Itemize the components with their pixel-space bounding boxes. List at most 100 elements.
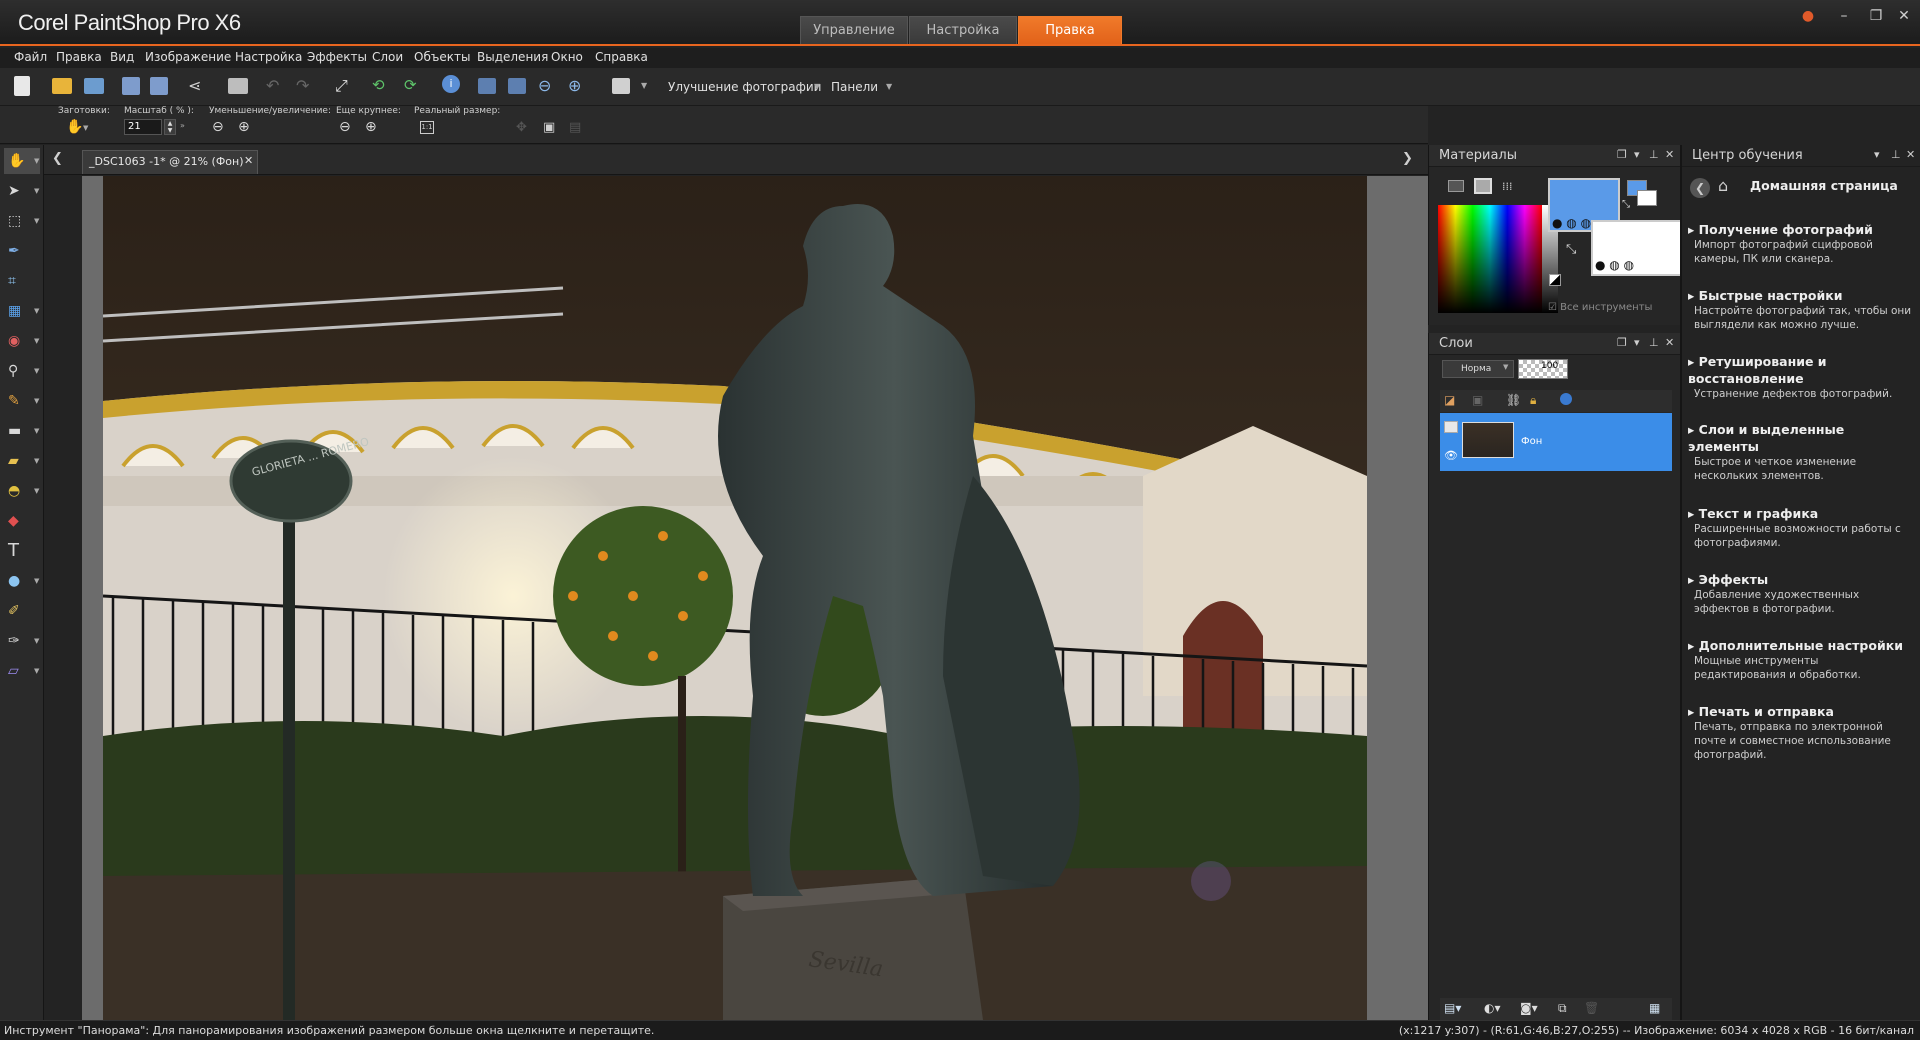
swap-colors-icon[interactable]: ⤡ bbox=[1566, 242, 1576, 257]
learning-item-retouch[interactable]: ▸ Ретуширование и восстановление Устране… bbox=[1688, 353, 1913, 401]
layers-menu-icon[interactable]: ▾ bbox=[1634, 336, 1640, 349]
open-folder-icon[interactable] bbox=[52, 78, 72, 94]
share-icon[interactable]: ⋖ bbox=[188, 76, 201, 95]
crop-tool-icon[interactable]: ⌗ bbox=[4, 268, 40, 294]
learning-item-layers[interactable]: ▸ Слои и выделенные элементы Быстрое и ч… bbox=[1688, 421, 1913, 483]
swatches-tab-icon[interactable] bbox=[1474, 178, 1492, 194]
clone-tool-icon[interactable]: ⚲ ▼ bbox=[4, 358, 40, 384]
gradient-tool-icon[interactable]: ▬ ▼ bbox=[4, 418, 40, 444]
layers-restore-icon[interactable]: ❐ bbox=[1617, 336, 1627, 349]
straighten-tool-icon[interactable]: ▦ ▼ bbox=[4, 298, 40, 324]
layer-properties-icon[interactable]: ▦ bbox=[1649, 1001, 1660, 1015]
materials-pin-icon[interactable]: ⊥ bbox=[1649, 148, 1659, 161]
layer-name[interactable]: Фон bbox=[1521, 436, 1542, 447]
pick-tool-icon[interactable]: ➤ ▼ bbox=[4, 178, 40, 204]
menu-window[interactable]: Окно bbox=[551, 50, 583, 64]
layer-style-icon[interactable] bbox=[1560, 393, 1572, 405]
layer-adjust-icon[interactable]: ◪ bbox=[1444, 393, 1455, 407]
close-button[interactable]: ✕ bbox=[1892, 6, 1916, 26]
layer-expand-icon[interactable] bbox=[1444, 421, 1458, 433]
zoom-out-icon[interactable]: ⊖ bbox=[538, 76, 551, 95]
tab-scroll-right-icon[interactable]: ❯ bbox=[1402, 151, 1413, 166]
redo-icon[interactable]: ↷ bbox=[296, 76, 309, 95]
presets-hand-icon[interactable]: ✋ bbox=[66, 119, 83, 135]
user-icon[interactable]: ● bbox=[1796, 6, 1820, 26]
menu-file[interactable]: Файл bbox=[14, 50, 47, 64]
layers-close-icon[interactable]: ✕ bbox=[1665, 336, 1674, 349]
actual-size-icon[interactable]: 1:1 bbox=[420, 121, 434, 134]
layer-visibility-icon[interactable]: 👁︎ bbox=[1444, 449, 1458, 462]
paste-dropdown-icon[interactable]: ▼ bbox=[641, 81, 647, 90]
menu-effects[interactable]: Эффекты bbox=[307, 50, 367, 64]
new-file-icon[interactable] bbox=[14, 76, 30, 96]
opacity-field[interactable]: 100 bbox=[1518, 359, 1568, 379]
red-eye-tool-icon[interactable]: ◉ ▼ bbox=[4, 328, 40, 354]
menu-edit[interactable]: Правка bbox=[56, 50, 102, 64]
text-tool-icon[interactable]: T bbox=[4, 538, 40, 564]
tab-adjust[interactable]: Настройка bbox=[909, 16, 1017, 44]
all-tools-checkbox[interactable]: ☑ Все инструменты bbox=[1548, 302, 1652, 313]
menu-view[interactable]: Вид bbox=[110, 50, 134, 64]
zoom-out-small-icon[interactable]: ⊖ bbox=[212, 119, 224, 135]
menu-help[interactable]: Справка bbox=[595, 50, 648, 64]
dropper-tool-icon[interactable]: ✒ bbox=[4, 238, 40, 264]
zoom-in-icon[interactable]: ⊕ bbox=[568, 76, 581, 95]
shape-tool-icon[interactable]: ● ▼ bbox=[4, 568, 40, 594]
fit-center-icon[interactable]: ▣ bbox=[543, 120, 555, 135]
paste-icon[interactable] bbox=[612, 78, 630, 94]
learning-item-effects[interactable]: ▸ Эффекты Добавление художественных эффе… bbox=[1688, 571, 1913, 616]
learning-item-advanced[interactable]: ▸ Дополнительные настройки Мощные инстру… bbox=[1688, 637, 1913, 682]
lock-layer-icon[interactable]: 🔒︎ bbox=[1530, 393, 1536, 408]
color-replacer-tool-icon[interactable]: ◆ bbox=[4, 508, 40, 534]
save-icon[interactable] bbox=[122, 77, 140, 95]
materials-restore-icon[interactable]: ❐ bbox=[1617, 148, 1627, 161]
link-layers-icon[interactable]: ⛓ bbox=[1506, 393, 1521, 407]
undo-icon[interactable]: ↶ bbox=[266, 76, 279, 95]
menu-layers[interactable]: Слои bbox=[372, 50, 403, 64]
mini-swap-icon[interactable]: ⤡ bbox=[1622, 199, 1630, 210]
zoom-more-in-icon[interactable]: ⊕ bbox=[365, 119, 377, 135]
eraser-tool-icon[interactable]: ▰ ▼ bbox=[4, 448, 40, 474]
learning-close-icon[interactable]: ✕ bbox=[1906, 148, 1915, 161]
new-adjustment-layer-icon[interactable]: ◐▾ bbox=[1484, 1001, 1501, 1015]
menu-adjust[interactable]: Настройка bbox=[235, 50, 302, 64]
back-icon[interactable]: ❮ bbox=[1690, 178, 1710, 198]
document-close-icon[interactable]: ✕ bbox=[244, 154, 253, 167]
learning-menu-icon[interactable]: ▾ bbox=[1874, 148, 1880, 161]
learning-item-quick-adjust[interactable]: ▸ Быстрые настройки Настройте фотографий… bbox=[1688, 287, 1913, 332]
print-icon[interactable] bbox=[228, 78, 248, 94]
learning-item-print-share[interactable]: ▸ Печать и отправка Печать, отправка по … bbox=[1688, 703, 1913, 762]
pan-tool-icon[interactable]: ✋ ▼ bbox=[4, 148, 40, 174]
new-raster-layer-icon[interactable]: ▤▾ bbox=[1444, 1001, 1461, 1015]
learning-item-text-graphics[interactable]: ▸ Текст и графика Расширенные возможност… bbox=[1688, 505, 1913, 550]
learning-item-get-photos[interactable]: ▸ Получение фотографий Импорт фотографий… bbox=[1688, 221, 1913, 266]
crop-to-fit-icon[interactable]: ⤢ bbox=[335, 76, 348, 96]
minimize-button[interactable]: – bbox=[1832, 6, 1856, 26]
zoom-spinner[interactable]: ▲ ▼ bbox=[164, 119, 176, 135]
document-tab[interactable]: _DSC1063 -1* @ 21% (Фон) bbox=[82, 150, 258, 174]
rotate-left-icon[interactable]: ⟲ bbox=[372, 76, 385, 94]
retouch-tool-icon[interactable]: ▱ ▼ bbox=[4, 658, 40, 684]
tab-edit[interactable]: Правка bbox=[1018, 16, 1122, 44]
frame-tab-icon[interactable] bbox=[1448, 180, 1464, 192]
menu-image[interactable]: Изображение bbox=[145, 50, 231, 64]
save-as-icon[interactable] bbox=[150, 77, 168, 95]
enhance-photo-dropdown[interactable]: Улучшение фотографии bbox=[668, 80, 821, 94]
fg-style-icons[interactable]: ● ◍ ◍ bbox=[1552, 216, 1591, 230]
mini-bg-swatch[interactable] bbox=[1637, 190, 1657, 206]
learning-pin-icon[interactable]: ⊥ bbox=[1891, 148, 1901, 161]
color-picker-spectrum[interactable] bbox=[1438, 205, 1542, 313]
bg-style-icons[interactable]: ● ◍ ◍ bbox=[1595, 258, 1634, 272]
zoom-in-small-icon[interactable]: ⊕ bbox=[238, 119, 250, 135]
warp-tool-icon[interactable]: ✑ ▼ bbox=[4, 628, 40, 654]
rotate-right-icon[interactable]: ⟳ bbox=[404, 76, 417, 94]
paint-brush-tool-icon[interactable]: ✎ ▼ bbox=[4, 388, 40, 414]
zoom-input[interactable]: 21 bbox=[124, 119, 162, 135]
zoom-dropdown-icon[interactable]: » bbox=[180, 121, 185, 130]
photo-canvas[interactable]: GLORIETA ... ROMERO Sevilla bbox=[103, 176, 1367, 1020]
materials-menu-icon[interactable]: ▾ bbox=[1634, 148, 1640, 161]
layers-pin-icon[interactable]: ⊥ bbox=[1649, 336, 1659, 349]
duplicate-layer-icon[interactable]: ⧉ bbox=[1558, 1001, 1567, 1016]
palette-tab-icon[interactable]: ⁞⁞⁞ bbox=[1502, 180, 1513, 193]
default-colors-icon[interactable] bbox=[1549, 274, 1561, 286]
